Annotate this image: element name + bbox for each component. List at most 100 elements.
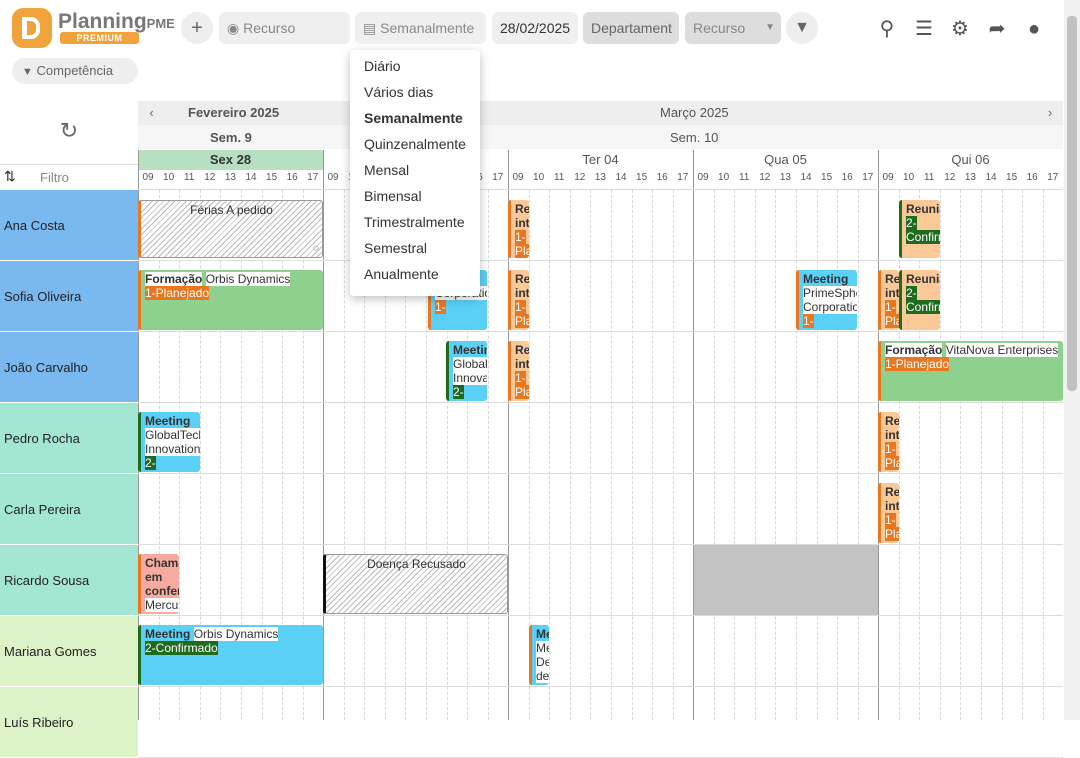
menu-item[interactable]: Anualmente — [364, 266, 439, 282]
scrollbar-thumb[interactable] — [1067, 16, 1077, 391]
refresh-icon[interactable]: ↻ — [0, 101, 138, 163]
hour-gridline — [343, 190, 345, 720]
search-icon[interactable]: ⚲ — [870, 12, 904, 46]
hour-gridline — [981, 190, 982, 720]
add-button[interactable]: + — [181, 12, 213, 44]
hour-label: 10 — [718, 172, 730, 183]
hour-label: 09 — [697, 172, 709, 183]
scrollbar[interactable] — [1064, 0, 1080, 720]
filter-button[interactable]: ▼ — [786, 12, 818, 44]
next-arrow-icon[interactable]: › — [1038, 101, 1062, 125]
hour-gridline — [1042, 190, 1044, 720]
resource-row[interactable]: Sofia Oliveira — [0, 261, 138, 332]
hour-gridline — [775, 190, 777, 720]
event-meeting[interactable]: Meeting GlobalTech Innovation 2- — [138, 412, 200, 472]
hour-gridline — [611, 190, 612, 720]
event-chamada[interactable]: Chamada em conferênciaMercury — [138, 554, 179, 614]
hour-label: 15 — [266, 172, 278, 183]
menu-item[interactable]: Quinzenalmente — [364, 136, 466, 152]
filter-icon: ▼ — [22, 66, 33, 78]
event-ferias[interactable]: Férias A pedido ◌ — [138, 200, 323, 258]
eye-icon: ◉ — [227, 20, 240, 36]
hour-label: 13 — [224, 172, 236, 183]
event-meeting[interactable]: MeetingGlobal Innovation2- — [446, 341, 487, 401]
resource-row[interactable]: Pedro Rocha — [0, 403, 138, 474]
hour-label: 12 — [204, 172, 216, 183]
prev-arrow-icon[interactable]: ‹ — [138, 101, 165, 125]
event-formacao[interactable]: Formação VitaNova Enterprises 1-Planejado — [878, 341, 1063, 401]
event-meeting[interactable]: MeMe De de — [529, 625, 549, 685]
view-mode-select[interactable]: ▤ Semanalmente — [355, 12, 486, 44]
event-reuniao-interna[interactable]: Reunião interna1-Planejado — [878, 412, 899, 472]
menu-item[interactable]: Diário — [364, 58, 401, 74]
menu-item[interactable]: Mensal — [364, 162, 409, 178]
menu-item[interactable]: Semestral — [364, 240, 427, 256]
event-reuniao-interna[interactable]: Reunião interna1-Planejado — [508, 200, 529, 258]
event-reuniao[interactable]: Reunião2-Confirmado — [899, 270, 940, 330]
event-reuniao-interna[interactable]: Reunião interna1-Planejado — [508, 341, 529, 401]
hour-label: 17 — [307, 172, 319, 183]
day-label: Ter 04 — [582, 152, 619, 167]
resource-row[interactable]: Luís Ribeiro — [0, 687, 138, 758]
row-divider — [138, 331, 1063, 332]
row-divider — [138, 189, 1063, 190]
menu-item[interactable]: Bimensal — [364, 188, 422, 204]
hour-label: 12 — [574, 172, 586, 183]
menu-item[interactable]: Trimestralmente — [364, 214, 465, 230]
logo-icon — [12, 8, 52, 48]
share-icon[interactable]: ➦ — [980, 12, 1014, 46]
filter-input[interactable]: Filtro — [40, 170, 69, 185]
menu-item[interactable]: Semanalmente — [364, 110, 463, 126]
event-meeting[interactable]: MeetingPrimeSphere Corporation1- — [796, 270, 857, 330]
resource-row[interactable]: João Carvalho — [0, 332, 138, 403]
resource-row[interactable]: Ana Costa — [0, 190, 138, 261]
event-reuniao-interna[interactable]: Reunião interna1-Planejado — [878, 270, 899, 330]
day-divider — [693, 150, 694, 720]
user-icon[interactable]: ● — [1017, 12, 1051, 46]
database-icon[interactable]: ☰ — [907, 12, 941, 46]
event-reuniao-interna[interactable]: Reunião interna1-Planejado — [508, 270, 529, 330]
resource-search-input[interactable]: ◉ Recurso — [219, 12, 350, 44]
gear-icon[interactable]: ⚙ — [943, 12, 977, 46]
hour-label: 17 — [492, 172, 504, 183]
hour-label: 15 — [1006, 172, 1018, 183]
hour-label: 16 — [286, 172, 298, 183]
hour-label: 17 — [677, 172, 689, 183]
hour-label: 09 — [512, 172, 524, 183]
row-divider — [138, 544, 1063, 545]
resource-select[interactable]: Recurso ▼ — [685, 12, 781, 44]
brand-name: PlanningPME — [58, 10, 175, 33]
day-label: Qua 05 — [764, 152, 807, 167]
hour-label: 09 — [882, 172, 894, 183]
event-reuniao-interna[interactable]: Reunião interna1-Planejado — [878, 483, 899, 543]
hour-gridline — [734, 190, 736, 720]
menu-item[interactable]: Vários dias — [364, 84, 433, 100]
hour-label: 14 — [985, 172, 997, 183]
event-doenca[interactable]: Doença Recusado — [323, 554, 508, 614]
hour-label: 16 — [656, 172, 668, 183]
event-reuniao[interactable]: Reunião2-Confirmado — [899, 200, 940, 258]
day-divider — [323, 150, 324, 720]
hour-label: 10 — [533, 172, 545, 183]
row-divider — [138, 615, 1063, 616]
date-input[interactable]: 28/02/2025 — [492, 12, 578, 44]
event-formacao[interactable]: Formação Orbis Dynamics 1-Planejado — [138, 270, 323, 330]
hour-label: 15 — [636, 172, 648, 183]
resource-row[interactable]: Mariana Gomes — [0, 616, 138, 687]
hour-gridline — [487, 190, 489, 720]
day-label: Qui 06 — [951, 152, 990, 167]
hour-label: 11 — [738, 172, 750, 183]
competence-filter[interactable]: ▼ Competência — [12, 58, 138, 84]
hour-label: 09 — [327, 172, 339, 183]
hour-gridline — [939, 190, 941, 720]
hour-label: 16 — [1026, 172, 1038, 183]
event-meeting[interactable]: Meeting Orbis Dynamics 2-Confirmado — [138, 625, 323, 685]
unavailable-block — [694, 545, 878, 615]
department-select[interactable]: Departament — [583, 12, 679, 44]
hour-label: 11 — [553, 172, 565, 183]
sort-icon[interactable]: ⇅ — [4, 168, 16, 185]
resource-row[interactable]: Ricardo Sousa — [0, 545, 138, 616]
premium-badge: PREMIUM — [60, 32, 139, 44]
resource-row[interactable]: Carla Pereira — [0, 474, 138, 545]
hour-label: 17 — [862, 172, 874, 183]
